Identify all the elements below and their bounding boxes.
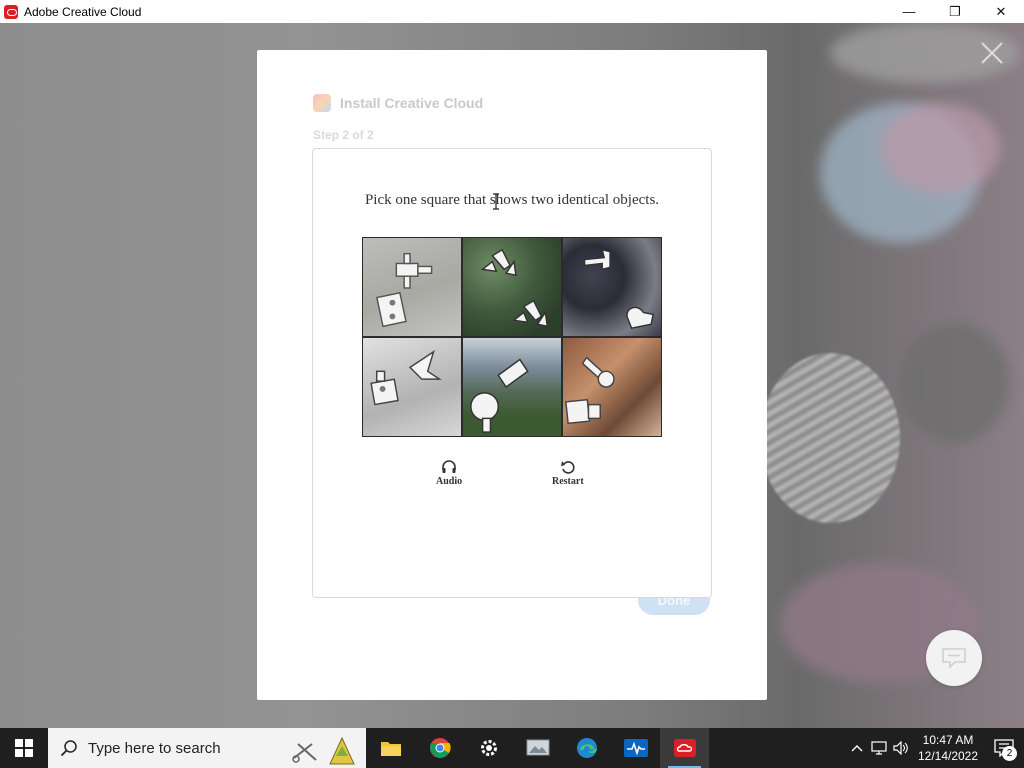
clock-date: 12/14/2022 — [917, 749, 979, 763]
tile-objects-icon — [470, 358, 529, 433]
captcha-grid — [362, 237, 662, 437]
search-placeholder: Type here to search — [88, 739, 221, 757]
tile-objects-icon — [480, 248, 549, 328]
close-overlay-icon[interactable] — [980, 41, 1004, 70]
maximize-button[interactable]: ❐ — [932, 0, 978, 23]
clock-time: 10:47 AM — [922, 733, 974, 747]
captcha-tile-6[interactable] — [562, 337, 662, 437]
creative-cloud-logo-icon — [313, 94, 331, 112]
volume-icon — [893, 741, 908, 755]
edge-button[interactable] — [562, 728, 611, 768]
health-button[interactable] — [611, 728, 660, 768]
search-icon — [60, 740, 77, 757]
network-icon — [871, 741, 887, 755]
start-button[interactable] — [0, 728, 48, 768]
creative-cloud-icon — [673, 739, 696, 757]
file-explorer-icon — [380, 742, 401, 756]
tile-objects-icon — [565, 356, 615, 425]
health-icon — [623, 739, 648, 757]
tile-objects-icon — [583, 248, 655, 330]
background-blur — [760, 353, 900, 523]
chrome-button[interactable] — [415, 728, 464, 768]
windows-icon — [15, 739, 33, 757]
volume-button[interactable] — [890, 728, 912, 768]
tile-objects-icon — [375, 252, 433, 328]
restart-button[interactable]: Restart — [552, 459, 584, 487]
file-explorer-button[interactable] — [366, 728, 415, 768]
text-cursor-icon — [493, 193, 499, 210]
captcha-tile-5[interactable] — [462, 337, 562, 437]
tile-objects-icon — [370, 349, 442, 406]
audio-button[interactable]: Audio — [436, 459, 462, 487]
installer-step: Step 2 of 2 — [313, 128, 374, 142]
restart-icon — [560, 461, 575, 474]
settings-icon — [480, 740, 497, 756]
background-blur — [880, 103, 1000, 193]
clock[interactable]: 10:47 AM 12/14/2022 — [912, 732, 984, 764]
close-button[interactable]: ✕ — [978, 0, 1024, 23]
taskbar: Type here to search 10:47 AM 12/14/2022 … — [0, 728, 1024, 768]
edge-icon — [576, 738, 597, 758]
captcha-tile-2[interactable] — [462, 237, 562, 337]
search-highlight-icon — [292, 736, 355, 765]
captcha-tile-1[interactable] — [362, 237, 462, 337]
taskbar-search[interactable]: Type here to search — [48, 728, 366, 768]
minimize-button[interactable]: — — [886, 0, 932, 23]
chat-icon[interactable] — [926, 630, 982, 686]
installer-title-text: Install Creative Cloud — [340, 95, 484, 111]
photos-icon — [526, 739, 549, 756]
network-button[interactable] — [868, 728, 890, 768]
installer-title: Install Creative Cloud — [313, 94, 483, 112]
window-controls: — ❐ ✕ — [886, 0, 1024, 23]
photos-button[interactable] — [513, 728, 562, 768]
background-blur — [900, 323, 1010, 443]
restart-label: Restart — [552, 476, 584, 487]
captcha-frame: Pick one square that shows two identical… — [312, 148, 712, 598]
chevron-up-icon — [851, 745, 863, 752]
window-title: Adobe Creative Cloud — [24, 4, 142, 19]
captcha-tile-3[interactable] — [562, 237, 662, 337]
window-titlebar: Adobe Creative Cloud — ❐ ✕ — [0, 0, 1024, 23]
creative-cloud-button[interactable] — [660, 728, 709, 768]
creative-cloud-icon — [4, 4, 18, 19]
captcha-instruction: Pick one square that shows two identical… — [364, 192, 660, 208]
notification-count-badge: 2 — [1002, 746, 1017, 761]
chrome-icon — [429, 738, 451, 758]
settings-button[interactable] — [464, 728, 513, 768]
headphones-icon — [442, 460, 456, 473]
captcha-tile-4[interactable] — [362, 337, 462, 437]
notifications-button[interactable]: 2 — [984, 728, 1024, 768]
show-hidden-icons-button[interactable] — [846, 728, 868, 768]
audio-label: Audio — [436, 476, 463, 487]
system-tray: 10:47 AM 12/14/2022 2 — [846, 728, 1024, 768]
